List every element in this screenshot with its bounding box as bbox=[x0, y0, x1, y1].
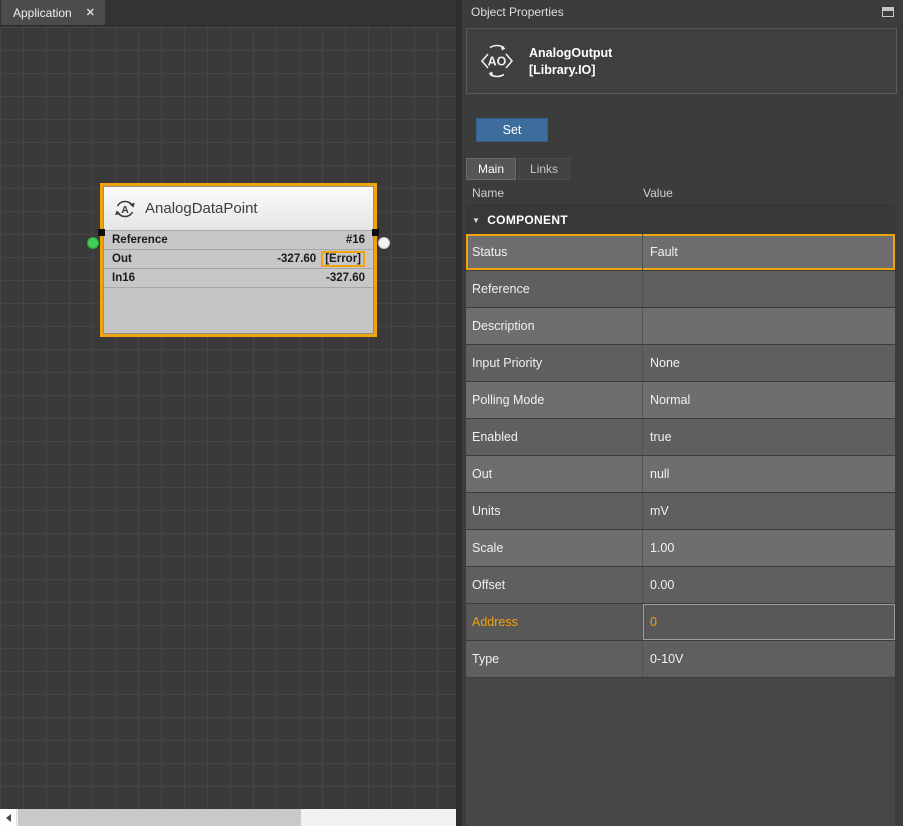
panel-header: Object Properties bbox=[462, 0, 903, 24]
analog-output-icon: AO bbox=[477, 41, 517, 81]
slot-name: Reference bbox=[112, 234, 346, 246]
property-value: true bbox=[643, 419, 895, 455]
property-name: Description bbox=[466, 308, 643, 344]
function-block-analog-data-point[interactable]: A AnalogDataPoint Reference#16Out-327.60… bbox=[103, 186, 374, 334]
slot-value: -327.60 bbox=[277, 253, 316, 265]
scroll-left-arrow-icon bbox=[6, 814, 11, 822]
table-empty-area bbox=[466, 678, 895, 826]
node-header[interactable]: A AnalogDataPoint bbox=[104, 187, 373, 231]
property-table-body: StatusFaultReferenceDescriptionInput Pri… bbox=[466, 234, 895, 678]
property-name: Out bbox=[466, 456, 643, 492]
property-name: Reference bbox=[466, 271, 643, 307]
tab-links[interactable]: Links bbox=[518, 158, 570, 180]
property-row-enabled[interactable]: Enabledtrue bbox=[466, 419, 895, 455]
property-name: Enabled bbox=[466, 419, 643, 455]
slot-name: Out bbox=[112, 253, 277, 265]
property-row-type[interactable]: Type0-10V bbox=[466, 641, 895, 677]
node-selection-frame[interactable]: A AnalogDataPoint Reference#16Out-327.60… bbox=[100, 183, 377, 337]
property-row-input-priority[interactable]: Input PriorityNone bbox=[466, 345, 895, 381]
editor-pane: Application ✕ A AnalogDataPoint bbox=[0, 0, 456, 826]
selected-object-header: AO AnalogOutput [Library.IO] bbox=[466, 28, 897, 94]
property-row-reference[interactable]: Reference bbox=[466, 271, 895, 307]
svg-text:A: A bbox=[121, 204, 129, 216]
wire-sheet-canvas[interactable]: A AnalogDataPoint Reference#16Out-327.60… bbox=[0, 27, 456, 809]
node-slot-list: Reference#16Out-327.60[Error]In16-327.60 bbox=[104, 231, 373, 288]
property-value bbox=[643, 308, 895, 344]
svg-text:AO: AO bbox=[488, 55, 507, 69]
tab-close-icon[interactable]: ✕ bbox=[86, 6, 95, 19]
property-value: mV bbox=[643, 493, 895, 529]
slot-name: In16 bbox=[112, 272, 326, 284]
property-value: Fault bbox=[643, 234, 895, 270]
property-name: Scale bbox=[466, 530, 643, 566]
property-value: 0-10V bbox=[643, 641, 895, 677]
property-row-polling-mode[interactable]: Polling ModeNormal bbox=[466, 382, 895, 418]
property-name: Polling Mode bbox=[466, 382, 643, 418]
property-row-out[interactable]: Outnull bbox=[466, 456, 895, 492]
object-properties-panel: Object Properties AO AnalogOutput [Libra… bbox=[462, 0, 903, 826]
tab-label: Application bbox=[13, 6, 72, 20]
property-row-address[interactable]: Address0 bbox=[466, 604, 895, 640]
dock-window-icon[interactable] bbox=[882, 7, 894, 17]
property-name: Units bbox=[466, 493, 643, 529]
property-value: 0.00 bbox=[643, 567, 895, 603]
property-value: None bbox=[643, 345, 895, 381]
section-component[interactable]: ▼ COMPONENT bbox=[466, 206, 895, 234]
property-row-status[interactable]: StatusFault bbox=[466, 234, 895, 270]
error-badge: [Error] bbox=[321, 251, 365, 267]
property-row-offset[interactable]: Offset0.00 bbox=[466, 567, 895, 603]
horizontal-scrollbar[interactable] bbox=[0, 809, 456, 826]
node-slot-reference[interactable]: Reference#16 bbox=[104, 231, 373, 250]
property-row-scale[interactable]: Scale1.00 bbox=[466, 530, 895, 566]
table-header: Name Value bbox=[466, 180, 895, 206]
property-row-description[interactable]: Description bbox=[466, 308, 895, 344]
property-value: null bbox=[643, 456, 895, 492]
tab-main[interactable]: Main bbox=[466, 158, 516, 180]
node-body-area bbox=[104, 288, 373, 333]
input-port-connected[interactable] bbox=[87, 237, 99, 249]
property-name: Offset bbox=[466, 567, 643, 603]
properties-tabs: Main Links bbox=[466, 158, 903, 180]
selection-handle-right[interactable] bbox=[372, 229, 379, 236]
set-button[interactable]: Set bbox=[476, 118, 548, 142]
property-value bbox=[643, 271, 895, 307]
selection-handle-left[interactable] bbox=[98, 229, 105, 236]
property-name: Input Priority bbox=[466, 345, 643, 381]
column-header-name: Name bbox=[466, 186, 643, 200]
property-value[interactable]: 0 bbox=[643, 604, 895, 640]
object-library: [Library.IO] bbox=[529, 63, 612, 77]
property-value: 1.00 bbox=[643, 530, 895, 566]
section-label: COMPONENT bbox=[487, 213, 568, 227]
node-title: AnalogDataPoint bbox=[145, 200, 258, 217]
property-name: Type bbox=[466, 641, 643, 677]
node-slot-in16[interactable]: In16-327.60 bbox=[104, 269, 373, 288]
scrollbar-thumb[interactable] bbox=[18, 809, 301, 826]
output-port-unconnected[interactable] bbox=[378, 237, 390, 249]
property-name: Status bbox=[466, 234, 643, 270]
scroll-left-button[interactable] bbox=[0, 809, 17, 826]
property-name: Address bbox=[466, 604, 643, 640]
property-value: Normal bbox=[643, 382, 895, 418]
collapse-arrow-icon: ▼ bbox=[472, 216, 480, 225]
column-header-value: Value bbox=[643, 186, 673, 200]
slot-value: #16 bbox=[346, 234, 365, 246]
property-table: Name Value ▼ COMPONENT StatusFaultRefere… bbox=[466, 180, 895, 826]
tab-application[interactable]: Application ✕ bbox=[1, 0, 105, 25]
analog-point-icon: A bbox=[114, 198, 136, 220]
slot-value: -327.60 bbox=[326, 272, 365, 284]
application-window: Application ✕ A AnalogDataPoint bbox=[0, 0, 903, 826]
editor-tabbar: Application ✕ bbox=[0, 0, 456, 26]
property-row-units[interactable]: UnitsmV bbox=[466, 493, 895, 529]
node-slot-out[interactable]: Out-327.60 [Error] bbox=[104, 250, 373, 269]
panel-title: Object Properties bbox=[471, 5, 882, 19]
object-name: AnalogOutput bbox=[529, 46, 612, 60]
